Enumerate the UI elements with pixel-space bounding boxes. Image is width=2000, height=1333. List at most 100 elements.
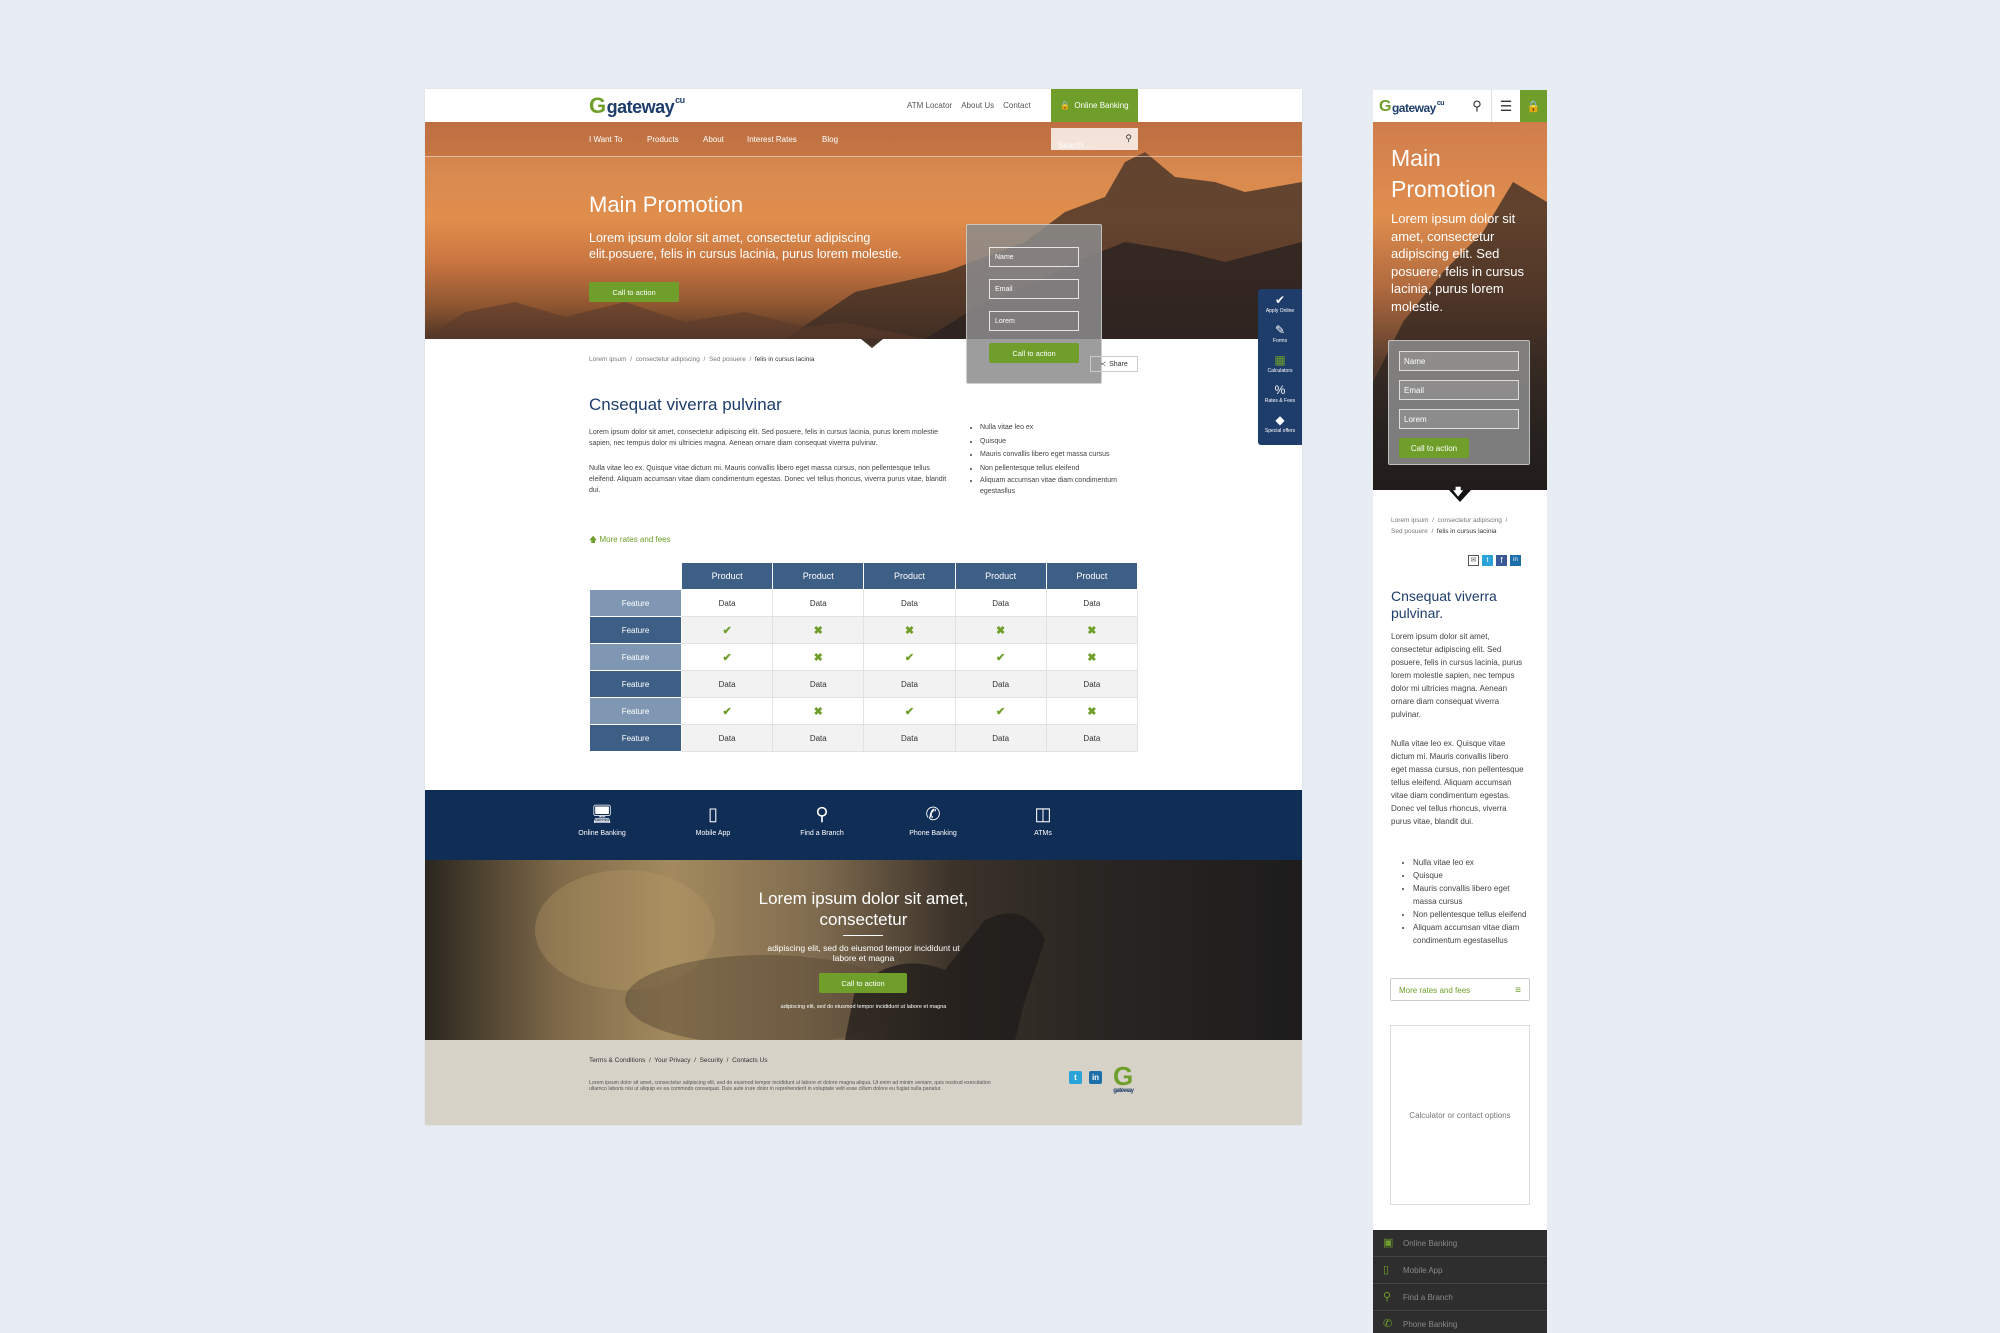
table-cell: Data bbox=[680, 670, 774, 698]
mobile-feature-list: Nulla vitae leo ex Quisque Mauris conval… bbox=[1391, 856, 1531, 947]
mobile-logo[interactable]: Ggateway cu bbox=[1379, 99, 1445, 115]
side-tab-rates-fees[interactable]: % Rates & Fees bbox=[1258, 379, 1302, 409]
footer-link-terms[interactable]: Terms & Conditions bbox=[589, 1057, 645, 1064]
gateway-logo[interactable]: Ggateway cu bbox=[589, 93, 685, 118]
hero-cta-button[interactable]: Call to action bbox=[589, 282, 679, 302]
share-button[interactable]: ≺ Share bbox=[1090, 356, 1138, 372]
feature-list: Nulla vitae leo ex Quisque Mauris conval… bbox=[968, 421, 1138, 497]
lead-form: Name Email Lorem Call to action bbox=[966, 224, 1102, 384]
breadcrumb-item[interactable]: Lorem ipsum bbox=[1391, 517, 1429, 524]
mobile-more-rates-button[interactable]: More rates and fees ≡ bbox=[1390, 978, 1530, 1001]
breadcrumb-current: felis in cursus lacinia bbox=[1436, 528, 1497, 535]
mobile-form-cta-button[interactable]: Call to action bbox=[1399, 438, 1469, 458]
mobile-page-title: Cnsequat viverra pulvinar. bbox=[1391, 588, 1497, 621]
nav-item-i-want-to[interactable]: I Want To bbox=[589, 135, 622, 144]
mobile-share-icons: ✉ t f in bbox=[1468, 555, 1521, 566]
side-tab-apply-online[interactable]: ✔ Apply Online bbox=[1258, 289, 1302, 319]
footer-link-privacy[interactable]: Your Privacy bbox=[654, 1057, 690, 1064]
mobile-icon: ▯ bbox=[1383, 1264, 1390, 1276]
quick-link-find-branch[interactable]: ⚲ Find a Branch bbox=[777, 802, 867, 837]
breadcrumb-item[interactable]: consectetur adipiscing bbox=[636, 356, 700, 363]
quick-link-phone-banking[interactable]: ✆ Phone Banking bbox=[888, 802, 978, 837]
cross-icon: ✖ bbox=[863, 616, 956, 644]
logo-suffix: cu bbox=[1436, 100, 1445, 107]
search-icon[interactable]: ⚲ bbox=[1125, 133, 1132, 144]
logo-g: G bbox=[589, 93, 606, 118]
side-tab-label: Apply Online bbox=[1265, 308, 1295, 314]
breadcrumb-item[interactable]: Sed posuere bbox=[709, 356, 746, 363]
twitter-icon[interactable]: t bbox=[1069, 1071, 1082, 1084]
share-icon: ≺ bbox=[1100, 361, 1107, 368]
menu-icon[interactable]: ☰ bbox=[1492, 90, 1520, 122]
table-row: Feature Data Data Data Data Data bbox=[589, 589, 1139, 617]
arrow-down-icon[interactable]: 🡇 bbox=[1453, 485, 1463, 502]
top-link-contact[interactable]: Contact bbox=[1003, 101, 1031, 110]
quick-link-label: Phone Banking bbox=[909, 830, 957, 837]
footer-logo-g: G bbox=[1113, 1061, 1133, 1091]
mobile-hero-text: Lorem ipsum dolor sit amet, consectetur … bbox=[1391, 211, 1524, 314]
online-banking-label: Online Banking bbox=[1074, 101, 1129, 110]
nav-item-blog[interactable]: Blog bbox=[822, 135, 838, 144]
footer-link-contacts[interactable]: Contacts Us bbox=[732, 1057, 767, 1064]
map-pin-icon: ⚲ bbox=[1383, 1291, 1392, 1303]
list-item: Nulla vitae leo ex bbox=[1413, 856, 1531, 869]
table-cell: Data bbox=[954, 724, 1047, 752]
share-label: Share bbox=[1109, 360, 1128, 368]
quick-link-label: Find a Branch bbox=[1403, 1293, 1453, 1302]
quick-link-online-banking[interactable]: 🖥 Online Banking bbox=[557, 802, 647, 837]
list-item: Aliquam accumsan vitae diam condimentum … bbox=[980, 475, 1138, 497]
breadcrumb-item[interactable]: Lorem ipsum bbox=[589, 356, 627, 363]
tag-icon: ◆ bbox=[1275, 413, 1285, 427]
table-cell: Data bbox=[1045, 724, 1139, 752]
form-cta-button[interactable]: Call to action bbox=[989, 343, 1079, 363]
mobile-quick-link-find-branch[interactable]: ⚲ Find a Branch bbox=[1373, 1284, 1547, 1311]
percent-icon: % bbox=[1274, 383, 1286, 397]
email-icon[interactable]: ✉ bbox=[1468, 555, 1479, 566]
cross-icon: ✖ bbox=[772, 616, 865, 644]
facebook-icon[interactable]: f bbox=[1496, 555, 1507, 566]
search-icon[interactable]: ⚲ bbox=[1463, 90, 1491, 122]
more-rates-label: More rates and fees bbox=[599, 535, 671, 544]
table-row: Feature ✔ ✖ ✖ ✖ ✖ bbox=[589, 616, 1139, 644]
mobile-lead-form: Name Email Lorem Call to action bbox=[1388, 340, 1530, 465]
table-cell: Data bbox=[863, 589, 956, 617]
nav-item-about[interactable]: About bbox=[703, 135, 724, 144]
lock-icon[interactable]: 🔒 bbox=[1520, 90, 1547, 122]
top-link-atm-locator[interactable]: ATM Locator bbox=[907, 101, 952, 110]
footer-link-security[interactable]: Security bbox=[700, 1057, 723, 1064]
monitor-icon: ▣ bbox=[1383, 1237, 1394, 1249]
email-field[interactable]: Email bbox=[989, 279, 1079, 299]
quick-link-mobile-app[interactable]: ▯ Mobile App bbox=[668, 802, 758, 837]
comparison-table: Product Product Product Product Product … bbox=[589, 562, 1139, 752]
atm-icon: ◫ bbox=[1034, 804, 1052, 824]
linkedin-icon[interactable]: in bbox=[1089, 1071, 1102, 1084]
email-field[interactable]: Email bbox=[1399, 380, 1519, 400]
linkedin-icon[interactable]: in bbox=[1510, 555, 1521, 566]
side-tab-special-offers[interactable]: ◆ Special offers bbox=[1258, 409, 1302, 439]
breadcrumb-item[interactable]: consectetur adipiscing bbox=[1438, 517, 1502, 524]
mobile-quick-link-online-banking[interactable]: ▣ Online Banking bbox=[1373, 1230, 1547, 1257]
side-tab-forms[interactable]: ✎ Forms bbox=[1258, 319, 1302, 349]
side-tab-calculators[interactable]: ▦ Calculators bbox=[1258, 349, 1302, 379]
twitter-icon[interactable]: t bbox=[1482, 555, 1493, 566]
name-field[interactable]: Name bbox=[989, 247, 1079, 267]
online-banking-button[interactable]: 🔒 Online Banking bbox=[1051, 89, 1138, 122]
side-tab-label: Calculators bbox=[1267, 368, 1293, 374]
promo-banner: Lorem ipsum dolor sit amet, consectetur … bbox=[425, 860, 1302, 1040]
top-link-about-us[interactable]: About Us bbox=[961, 101, 994, 110]
banner-cta-button[interactable]: Call to action bbox=[819, 973, 907, 993]
lorem-field[interactable]: Lorem bbox=[989, 311, 1079, 331]
mobile-body-paragraph-2: Nulla vitae leo ex. Quisque vitae dictum… bbox=[1391, 739, 1524, 826]
breadcrumb-item[interactable]: Sed posuere bbox=[1391, 528, 1428, 535]
mobile-quick-link-mobile-app[interactable]: ▯ Mobile App bbox=[1373, 1257, 1547, 1284]
lorem-field[interactable]: Lorem bbox=[1399, 409, 1519, 429]
side-tab-label: Forms bbox=[1272, 338, 1288, 344]
more-rates-link[interactable]: 🡅 More rates and fees bbox=[589, 534, 671, 548]
nav-item-interest-rates[interactable]: Interest Rates bbox=[747, 135, 797, 144]
name-field[interactable]: Name bbox=[1399, 351, 1519, 371]
mobile-quick-link-phone-banking[interactable]: ✆ Phone Banking bbox=[1373, 1311, 1547, 1333]
quick-link-atms[interactable]: ◫ ATMs bbox=[998, 802, 1088, 837]
list-item: Mauris convallis libero eget massa cursu… bbox=[1413, 882, 1531, 908]
nav-item-products[interactable]: Products bbox=[647, 135, 679, 144]
search-input[interactable]: Search... ⚲ bbox=[1051, 128, 1138, 150]
